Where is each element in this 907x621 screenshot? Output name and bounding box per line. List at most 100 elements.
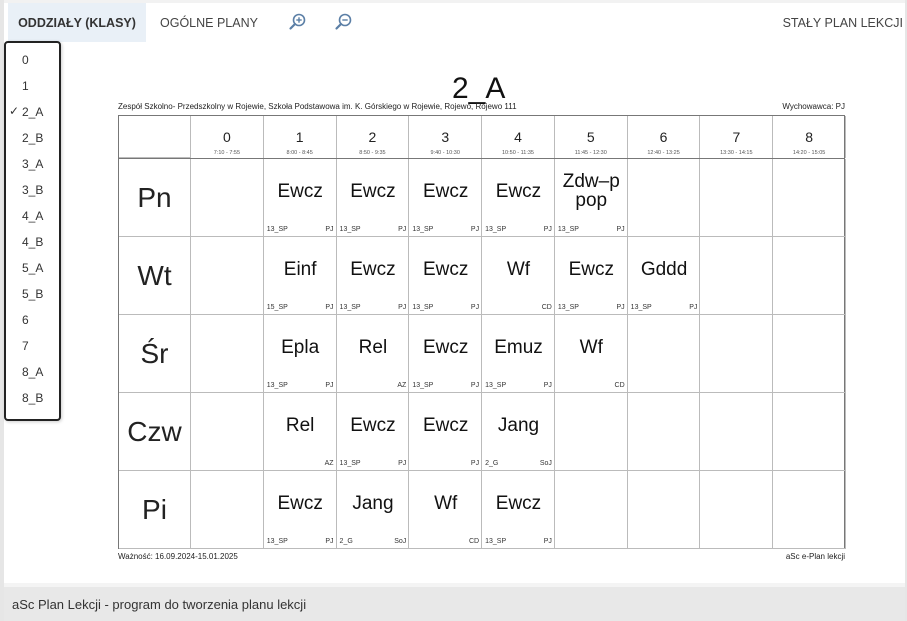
school-name: Zespół Szkolno- Przedszkolny w Rojewie, … bbox=[118, 102, 517, 111]
lesson-card[interactable]: Ewcz 13_SP PJ bbox=[555, 237, 628, 315]
lesson-teacher: PJ bbox=[689, 304, 698, 311]
lesson-card[interactable]: Gddd 13_SP PJ bbox=[628, 237, 701, 315]
lesson-card[interactable]: Ewcz 13_SP PJ bbox=[337, 393, 410, 471]
tab-general-plans[interactable]: OGÓLNE PLANY bbox=[154, 3, 264, 42]
lesson-teacher: PJ bbox=[325, 304, 334, 311]
lesson-subject: Ewcz bbox=[423, 414, 469, 436]
lesson-subject: Ewcz bbox=[568, 258, 614, 280]
lesson-card[interactable]: Ewcz 13_SP PJ bbox=[264, 471, 337, 549]
period-header: 4 10:50 - 11:35 bbox=[482, 116, 555, 158]
lesson-subject: Rel bbox=[358, 336, 388, 358]
lesson-card[interactable]: Ewcz PJ bbox=[409, 393, 482, 471]
class-option[interactable]: ✓ 2_A bbox=[6, 99, 59, 125]
class-option[interactable]: 6 bbox=[6, 307, 59, 333]
top-toolbar: ODDZIAŁY (KLASY) OGÓLNE PLANY STAŁY PLAN… bbox=[4, 0, 905, 43]
period-time: 9:40 - 10:30 bbox=[430, 150, 460, 156]
empty-slot bbox=[191, 159, 264, 237]
lesson-teacher: SoJ bbox=[539, 460, 552, 467]
period-number: 0 bbox=[222, 129, 231, 145]
lesson-room: 13_SP bbox=[557, 304, 579, 311]
lesson-subject: Ewcz bbox=[350, 180, 396, 202]
period-number: 6 bbox=[659, 129, 668, 145]
lesson-subject: Ewcz bbox=[277, 180, 323, 202]
empty-slot bbox=[773, 159, 846, 237]
lesson-subject: Ewcz bbox=[495, 180, 542, 202]
empty-slot bbox=[191, 237, 264, 315]
form-teacher: Wychowawca: PJ bbox=[782, 102, 845, 111]
lesson-room: 2_G bbox=[485, 460, 499, 467]
lesson-subject: Ewcz bbox=[277, 492, 323, 514]
class-option[interactable]: 7 bbox=[6, 333, 59, 359]
permanent-plan-link[interactable]: STAŁY PLAN LEKCJI bbox=[783, 3, 903, 42]
lesson-card[interactable]: Jang 2_G SoJ bbox=[482, 393, 555, 471]
lesson-room: 2_G bbox=[339, 538, 353, 545]
lesson-card[interactable]: Wf CD bbox=[555, 315, 628, 393]
tab-classes[interactable]: ODDZIAŁY (KLASY) bbox=[8, 3, 146, 42]
lesson-room: 13_SP bbox=[485, 382, 507, 389]
lesson-subject: Jang bbox=[352, 492, 394, 514]
class-option[interactable]: 3_A bbox=[6, 151, 59, 177]
period-number: 2 bbox=[368, 129, 377, 145]
class-option[interactable]: 1 bbox=[6, 73, 59, 99]
lesson-subject: Wf bbox=[579, 336, 603, 358]
footer-bar: aSc Plan Lekcji - program do tworzenia p… bbox=[4, 587, 905, 621]
class-option[interactable]: 2_B bbox=[6, 125, 59, 151]
lesson-teacher: PJ bbox=[543, 538, 552, 545]
empty-slot bbox=[191, 471, 264, 549]
class-option[interactable]: 5_A bbox=[6, 255, 59, 281]
lesson-card[interactable]: Wf CD bbox=[409, 471, 482, 549]
lesson-card[interactable]: Ewcz 13_SP PJ bbox=[264, 159, 337, 237]
lesson-card[interactable]: Wf CD bbox=[482, 237, 555, 315]
lesson-card[interactable]: Zdw–p pop 13_SP PJ bbox=[555, 159, 628, 237]
period-time: 14:20 - 15:05 bbox=[792, 150, 826, 156]
empty-slot bbox=[700, 471, 774, 549]
lesson-room: 13_SP bbox=[412, 304, 434, 311]
lesson-card[interactable]: Emuz 13_SP PJ bbox=[482, 315, 555, 393]
lesson-card[interactable]: Ewcz 13_SP PJ bbox=[409, 159, 482, 237]
lesson-card[interactable]: Einf 15_SP PJ bbox=[264, 237, 337, 315]
lesson-teacher: PJ bbox=[543, 382, 552, 389]
zoom-out-icon[interactable] bbox=[334, 12, 354, 32]
class-option[interactable]: 4_B bbox=[6, 229, 59, 255]
lesson-card[interactable]: Ewcz 13_SP PJ bbox=[337, 237, 410, 315]
empty-slot bbox=[700, 237, 774, 315]
class-option[interactable]: 8_B bbox=[6, 385, 59, 411]
class-option[interactable]: 3_B bbox=[6, 177, 59, 203]
class-option[interactable]: 4_A bbox=[6, 203, 59, 229]
lesson-teacher: PJ bbox=[470, 304, 480, 311]
period-header: 6 12:40 - 13:25 bbox=[628, 116, 701, 158]
empty-slot bbox=[627, 471, 701, 549]
lesson-card[interactable]: Ewcz 13_SP PJ bbox=[482, 471, 555, 549]
class-option[interactable]: 0 bbox=[6, 47, 59, 73]
lesson-room: 13_SP bbox=[266, 226, 288, 233]
lesson-teacher: PJ bbox=[325, 382, 334, 389]
period-time: 12:40 - 13:25 bbox=[647, 150, 680, 156]
empty-slot bbox=[554, 471, 628, 549]
class-option[interactable]: 8_A bbox=[6, 359, 59, 385]
lesson-card[interactable]: Rel AZ bbox=[264, 393, 337, 471]
lesson-room: 15_SP bbox=[266, 304, 288, 311]
lesson-teacher: PJ bbox=[616, 226, 625, 233]
lesson-card[interactable]: Epla 13_SP PJ bbox=[264, 315, 337, 393]
class-option-label: 1 bbox=[22, 79, 29, 93]
lesson-card[interactable]: Ewcz 13_SP PJ bbox=[482, 159, 555, 237]
period-header: 0 7:10 - 7:55 bbox=[191, 116, 264, 158]
lesson-card[interactable]: Rel AZ bbox=[337, 315, 410, 393]
zoom-in-icon[interactable] bbox=[288, 12, 308, 32]
lesson-room: 13_SP bbox=[339, 460, 361, 467]
period-number: 5 bbox=[586, 129, 595, 145]
lesson-card[interactable]: Ewcz 13_SP PJ bbox=[409, 237, 482, 315]
class-dropdown[interactable]: 0 1 ✓ 2_A 2_B 3_A 3_B 4_A 4_B 5_A 5_B 6 7 8_A 8_B bbox=[4, 41, 61, 421]
lesson-teacher: PJ bbox=[616, 304, 625, 311]
lesson-card[interactable]: Ewcz 13_SP PJ bbox=[409, 315, 482, 393]
period-time: 7:10 - 7:55 bbox=[213, 150, 241, 156]
class-option-label: 6 bbox=[22, 313, 29, 327]
lesson-room: 13_SP bbox=[266, 538, 288, 545]
lesson-card[interactable]: Jang 2_G SoJ bbox=[337, 471, 410, 549]
lesson-teacher: CD bbox=[468, 538, 480, 545]
empty-slot bbox=[554, 393, 628, 471]
lesson-card[interactable]: Ewcz 13_SP PJ bbox=[337, 159, 410, 237]
class-option-label: 5_B bbox=[22, 287, 44, 301]
class-option[interactable]: 5_B bbox=[6, 281, 59, 307]
lesson-room: 13_SP bbox=[557, 226, 579, 233]
